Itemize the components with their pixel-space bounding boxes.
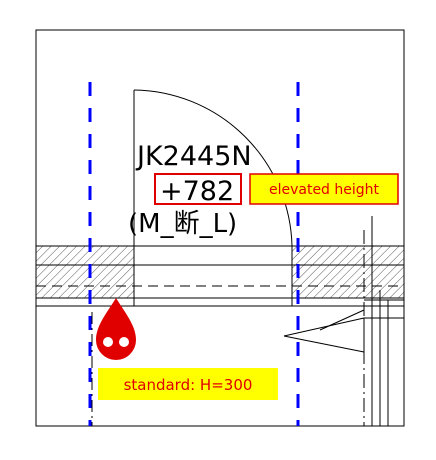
door-code-label: JK2445N [135, 141, 252, 172]
cad-drawing-canvas: JK2445N +782 (M_断_L) elevated height sta… [0, 0, 436, 456]
wall-hatch-left [35, 245, 135, 299]
elevated-height-callout-text: elevated height [269, 182, 380, 198]
wall-hatch-right [291, 245, 405, 299]
cad-drawing: JK2445N +782 (M_断_L) elevated height sta… [35, 29, 405, 427]
door-type-label: (M_断_L) [128, 209, 237, 239]
height-value-label: +782 [160, 176, 234, 207]
standard-height-callout-text: standard: H=300 [124, 376, 253, 394]
